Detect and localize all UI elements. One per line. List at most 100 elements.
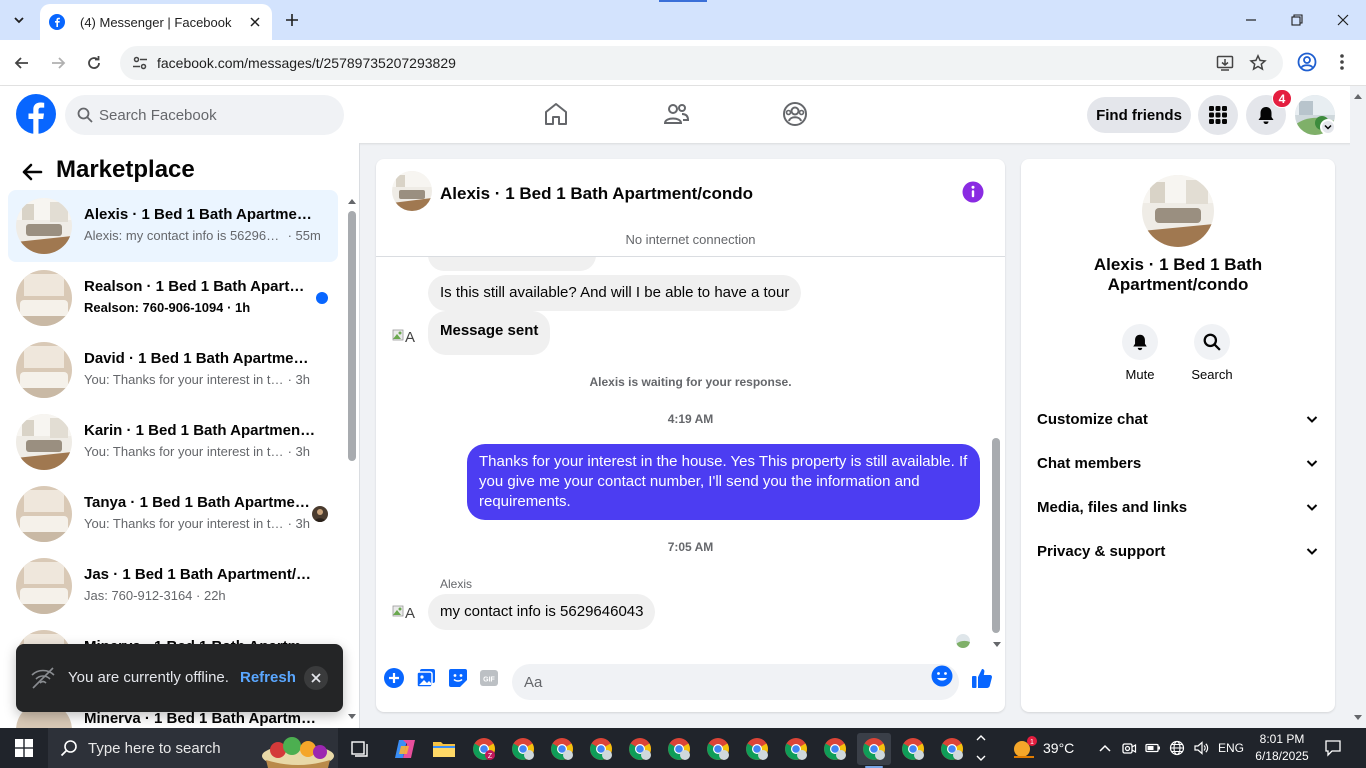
- groups-icon[interactable]: [781, 100, 809, 128]
- chrome-app-profile[interactable]: [701, 733, 735, 765]
- browser-profile-icon[interactable]: [1297, 52, 1317, 72]
- volume-icon[interactable]: [1193, 740, 1209, 756]
- message-thread: Is this still available? And will I be a…: [376, 257, 1005, 653]
- conversation-item[interactable]: Jas · 1 Bed 1 Bath Apartment/condo Jas: …: [8, 550, 338, 622]
- chat-members-row[interactable]: Chat members: [1029, 444, 1327, 484]
- privacy-support-row[interactable]: Privacy & support: [1029, 532, 1327, 572]
- conversation-name: David · 1 Bed 1 Bath Apartment/condo: [84, 350, 316, 367]
- chrome-app-profile[interactable]: [818, 733, 852, 765]
- taskbar-search[interactable]: Type here to search: [48, 728, 338, 768]
- battery-icon[interactable]: [1145, 740, 1161, 756]
- minimize-button[interactable]: [1228, 0, 1274, 40]
- browser-menu-icon[interactable]: [1336, 52, 1348, 72]
- more-actions-button[interactable]: [382, 666, 406, 690]
- system-clock[interactable]: 8:01 PM 6/18/2025: [1250, 731, 1314, 765]
- tab-search-button[interactable]: [6, 8, 32, 32]
- scroll-down-icon[interactable]: [992, 641, 1002, 649]
- like-button[interactable]: [970, 666, 994, 690]
- chrome-app-profile[interactable]: [662, 733, 696, 765]
- bookmark-star-icon[interactable]: [1249, 54, 1267, 72]
- attach-photo-button[interactable]: [414, 666, 438, 690]
- minimize-icon: [1246, 19, 1256, 21]
- chrome-app-profile[interactable]: [779, 733, 813, 765]
- camera-icon[interactable]: [1121, 740, 1137, 756]
- conversation-item[interactable]: David · 1 Bed 1 Bath Apartment/condo You…: [8, 334, 338, 406]
- friends-icon[interactable]: [662, 100, 690, 128]
- emoji-icon[interactable]: [931, 665, 953, 687]
- chrome-app-profile[interactable]: [740, 733, 774, 765]
- account-caret[interactable]: [1320, 119, 1336, 135]
- chrome-app-profile[interactable]: Z: [467, 733, 501, 765]
- chat-avatar[interactable]: [392, 171, 432, 211]
- message-input-wrapper[interactable]: [512, 664, 959, 700]
- facebook-logo-icon[interactable]: [16, 94, 56, 134]
- tab-close-icon[interactable]: [247, 14, 263, 30]
- scroll-down-icon[interactable]: [347, 713, 357, 721]
- menu-button[interactable]: [1198, 95, 1238, 135]
- chrome-app-profile[interactable]: [545, 733, 579, 765]
- copilot-app[interactable]: [388, 733, 422, 765]
- conversation-item[interactable]: Karin · 1 Bed 1 Bath Apartment/condo You…: [8, 406, 338, 478]
- search-action[interactable]: Search: [1182, 324, 1242, 382]
- svg-text:GIF: GIF: [483, 677, 495, 684]
- reload-button[interactable]: [82, 51, 106, 75]
- sidebar-scrollbar[interactable]: [345, 195, 357, 723]
- conversation-name: Alexis · 1 Bed 1 Bath Apartment/condo: [84, 206, 316, 223]
- chrome-app-profile[interactable]: [623, 733, 657, 765]
- page-scrollbar[interactable]: [1350, 86, 1366, 728]
- customize-chat-row[interactable]: Customize chat: [1029, 400, 1327, 440]
- sticker-button[interactable]: [446, 666, 470, 690]
- site-settings-icon[interactable]: [132, 55, 148, 71]
- chrome-app-profile[interactable]: [896, 733, 930, 765]
- conversation-item[interactable]: Tanya · 1 Bed 1 Bath Apartment/condo You…: [8, 478, 338, 550]
- scroll-up-icon[interactable]: [1353, 92, 1363, 100]
- conversation-item[interactable]: Alexis · 1 Bed 1 Bath Apartment/condo Al…: [8, 190, 338, 262]
- find-friends-button[interactable]: Find friends: [1087, 97, 1191, 133]
- toast-close-button[interactable]: [304, 666, 328, 690]
- chat-title[interactable]: Alexis · 1 Bed 1 Bath Apartment/condo: [440, 184, 753, 204]
- temperature[interactable]: 39°C: [1043, 740, 1074, 756]
- media-files-links-row[interactable]: Media, files and links: [1029, 488, 1327, 528]
- mute-action[interactable]: Mute: [1110, 324, 1170, 382]
- refresh-link[interactable]: Refresh: [240, 669, 296, 686]
- input-language[interactable]: ENG: [1218, 741, 1244, 755]
- taskbar-overflow[interactable]: [974, 728, 988, 768]
- sidebar-scroll-thumb[interactable]: [348, 211, 356, 461]
- arrow-left-icon[interactable]: [20, 160, 44, 184]
- new-tab-button[interactable]: [281, 9, 303, 31]
- scroll-up-icon[interactable]: [347, 197, 357, 205]
- chrome-app-active[interactable]: [857, 733, 891, 768]
- network-globe-icon[interactable]: [1169, 740, 1185, 756]
- notification-center-icon[interactable]: [1324, 739, 1342, 757]
- address-bar[interactable]: facebook.com/messages/t/2578973520729382…: [120, 46, 1283, 80]
- chat-scroll-thumb[interactable]: [992, 438, 1000, 633]
- weather-icon[interactable]: 1: [1010, 735, 1038, 761]
- facebook-search[interactable]: [65, 95, 344, 135]
- file-explorer-app[interactable]: [427, 733, 461, 765]
- task-view-button[interactable]: [344, 733, 378, 765]
- close-icon: [311, 673, 321, 683]
- restore-button[interactable]: [1274, 0, 1320, 40]
- chrome-app-profile[interactable]: [935, 733, 969, 765]
- forward-button[interactable]: [46, 51, 70, 75]
- chrome-app-profile[interactable]: [584, 733, 618, 765]
- broken-image-icon: [392, 605, 404, 617]
- info-icon[interactable]: [962, 181, 984, 203]
- home-icon[interactable]: [542, 100, 570, 128]
- back-button[interactable]: [10, 51, 34, 75]
- scroll-down-icon[interactable]: [1353, 714, 1363, 722]
- chat-scrollbar[interactable]: [988, 257, 1004, 653]
- unread-indicator: [316, 292, 328, 304]
- conversation-item[interactable]: Realson · 1 Bed 1 Bath Apartment/condo R…: [8, 262, 338, 334]
- chevron-up-icon[interactable]: [1097, 740, 1113, 756]
- chrome-app-profile[interactable]: [506, 733, 540, 765]
- gif-button[interactable]: GIF: [477, 666, 501, 690]
- grid-menu-icon: [1209, 106, 1227, 124]
- facebook-search-input[interactable]: [99, 95, 334, 135]
- close-window-button[interactable]: [1320, 0, 1366, 40]
- offline-toast: You are currently offline. Refresh: [16, 644, 343, 712]
- message-input[interactable]: [524, 664, 924, 700]
- browser-tab[interactable]: (4) Messenger | Facebook: [40, 4, 272, 40]
- install-app-icon[interactable]: [1216, 54, 1234, 72]
- start-button[interactable]: [0, 728, 48, 768]
